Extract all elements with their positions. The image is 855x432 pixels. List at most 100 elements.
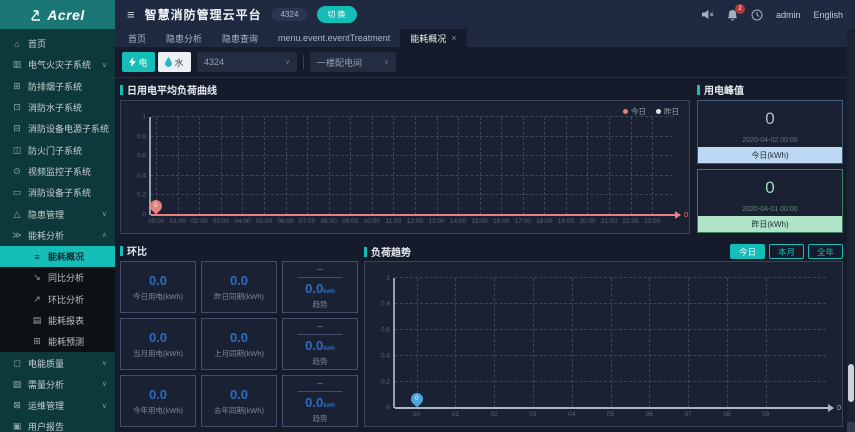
peak-title: 用电峰值 bbox=[697, 83, 843, 97]
project-badge: 4324 bbox=[271, 8, 308, 21]
clock-icon[interactable] bbox=[751, 9, 763, 21]
report-icon: ▤ bbox=[32, 315, 42, 325]
sidebar-item-video-monitor[interactable]: ⊙ 视频监控子系统 bbox=[0, 161, 115, 182]
load-trend-title: 负荷趋势 bbox=[364, 245, 411, 259]
plot-area: 0 0.2 0.4 0.6 0.8 1 00:00 01:00 02:00 03:00 04:00 0… bbox=[136, 113, 688, 226]
divider bbox=[298, 334, 342, 335]
switch-button[interactable]: 切换 bbox=[317, 6, 358, 23]
sidebar-subitem-energy-overview[interactable]: ≡ 能耗概况 bbox=[0, 245, 115, 268]
sidebar-item-smoke-exhaust[interactable]: ⊞ 防排烟子系统 bbox=[0, 76, 115, 97]
fire-door-icon: ◫ bbox=[12, 144, 22, 155]
peak-value-yesterday: 0 bbox=[765, 178, 775, 197]
legend-today[interactable]: 今日 bbox=[623, 106, 646, 117]
chevron-down-icon: ∨ bbox=[101, 61, 107, 69]
sidebar-item-fire-equipment-power[interactable]: ⊟ 消防设备电源子系统 bbox=[0, 118, 115, 139]
chevron-down-icon: ∨ bbox=[383, 59, 389, 66]
tab-hazard-query[interactable]: 隐患查询 bbox=[212, 29, 268, 47]
language-switch[interactable]: English bbox=[813, 10, 843, 20]
trend-today-button[interactable]: 今日 bbox=[729, 244, 765, 259]
legend-yesterday[interactable]: 昨日 bbox=[656, 106, 679, 117]
electric-toggle-button[interactable]: 电 bbox=[122, 52, 155, 72]
ring-card-today-usage: 0.0 今日用电(kWh) bbox=[120, 261, 196, 313]
divider bbox=[298, 277, 342, 278]
sidebar-subitem-mom-analysis[interactable]: ↗ 环比分析 bbox=[0, 289, 115, 310]
sidebar-subitem-yoy-analysis[interactable]: ↘ 同比分析 bbox=[0, 267, 115, 288]
legend-dot-today bbox=[623, 109, 628, 114]
equipment-power-icon: ⊟ bbox=[13, 123, 21, 134]
smoke-exhaust-icon: ⊞ bbox=[13, 80, 21, 91]
room-select[interactable]: 一楼配电间 ∨ bbox=[310, 52, 396, 72]
sidebar-item-user-report[interactable]: ▣ 用户报告 bbox=[0, 416, 115, 432]
tab-hazard-analysis[interactable]: 隐患分析 bbox=[156, 29, 212, 47]
chevron-down-icon: ∨ bbox=[284, 59, 290, 66]
sidebar-item-electrical-fire[interactable]: ▥ 电气火灾子系统 ∨ bbox=[0, 54, 115, 75]
header-right: 2 admin English bbox=[701, 3, 843, 21]
trend-down-icon: ↘ bbox=[33, 272, 41, 283]
warning-triangle-icon: △ bbox=[13, 208, 21, 219]
sidebar-item-home[interactable]: ⌂ 首页 bbox=[0, 33, 115, 54]
demand-analysis-icon: ▨ bbox=[12, 378, 22, 389]
scrollbar-thumb[interactable] bbox=[848, 364, 854, 402]
peak-label-today: 今日(kWh) bbox=[698, 147, 842, 163]
chart-legend: 今日 昨日 bbox=[623, 106, 679, 117]
scrollbar[interactable] bbox=[847, 29, 855, 432]
sidebar-subitem-energy-report[interactable]: ▤ 能耗报表 bbox=[0, 310, 115, 331]
close-icon[interactable]: × bbox=[451, 33, 456, 43]
trend-up-icon: ↗ bbox=[33, 293, 41, 304]
ring-card-year-usage: 0.0 今年用电(kWh) bbox=[120, 375, 196, 427]
filter-bar: 电 水 4324 ∨ 一楼配电间 ∨ bbox=[115, 47, 847, 78]
trend-year-button[interactable]: 全年 bbox=[807, 244, 843, 259]
list-icon: ≡ bbox=[34, 251, 40, 262]
bell-icon[interactable]: 2 bbox=[727, 3, 745, 21]
video-monitor-icon: ⊙ bbox=[13, 165, 21, 176]
ring-grid: 0.0 今日用电(kWh) 0.0 昨日同期(kWh) -- 0.0kwh 趋势 0.0… bbox=[120, 261, 358, 427]
brand-name: Acrel bbox=[47, 6, 85, 23]
top-header: Acrel ≡ 智慧消防管理云平台 4324 切换 2 admin Englis… bbox=[0, 0, 855, 29]
peak-card-today: 0 2020-04-02 00:00 今日(kWh) bbox=[697, 100, 843, 164]
chevron-up-icon: ∧ bbox=[101, 232, 107, 240]
peak-date-yesterday: 2020-04-01 00:00 bbox=[742, 206, 798, 213]
sidebar-item-fire-door[interactable]: ◫ 防火门子系统 bbox=[0, 139, 115, 160]
ring-card-day-trend: -- 0.0kwh 趋势 bbox=[282, 261, 358, 313]
page-body: 日用电平均负荷曲线 今日 昨日 0 0.2 0.4 0.6 0.8 1 00:00 01:00… bbox=[115, 78, 847, 432]
daily-load-chart: 今日 昨日 0 0.2 0.4 0.6 0.8 1 00:00 01:00 02:00 03:00… bbox=[120, 100, 690, 234]
sidebar-item-ops-management[interactable]: ⊠ 运维管理 ∨ bbox=[0, 395, 115, 416]
sidebar-item-power-quality[interactable]: ◻ 电能质量 ∨ bbox=[0, 352, 115, 373]
sidebar-item-energy-analysis[interactable]: ≫ 能耗分析 ∧ bbox=[0, 225, 115, 246]
tab-bar: 首页 隐患分析 隐患查询 menu.event.eventTreatment 能… bbox=[115, 29, 847, 47]
electrical-fire-icon: ▥ bbox=[12, 59, 22, 70]
header-main: ≡ 智慧消防管理云平台 4324 切换 2 admin English bbox=[115, 0, 855, 29]
tab-energy-overview[interactable]: 能耗概况 × bbox=[400, 29, 467, 47]
notification-badge: 2 bbox=[734, 3, 745, 14]
tab-home[interactable]: 首页 bbox=[118, 29, 156, 47]
ring-card-lastyear-usage: 0.0 去年同期(kWh) bbox=[201, 375, 277, 427]
water-drop-icon bbox=[165, 57, 173, 67]
divider bbox=[303, 55, 304, 69]
water-toggle-button[interactable]: 水 bbox=[158, 52, 191, 72]
sidebar: ⌂ 首页 ▥ 电气火灾子系统 ∨ ⊞ 防排烟子系统 ⊡ 消防水子系统 ⊟ 消防设备电源子系统… bbox=[0, 29, 115, 432]
data-marker-pin: 0 bbox=[408, 390, 426, 408]
username[interactable]: admin bbox=[776, 10, 801, 20]
sidebar-item-fire-equipment[interactable]: ▭ 消防设备子系统 bbox=[0, 182, 115, 203]
sidebar-item-fire-water[interactable]: ⊡ 消防水子系统 bbox=[0, 97, 115, 118]
ring-card-month-usage: 0.0 当月用电(kWh) bbox=[120, 318, 196, 370]
chevron-down-icon: ∨ bbox=[101, 381, 107, 389]
load-trend-chart: 0 0.2 0.4 0.6 0.8 1 00 01 02 03 04 05 06 07 08 09 0 0 bbox=[364, 261, 843, 427]
mute-icon[interactable] bbox=[701, 9, 714, 20]
brand-logo[interactable]: Acrel bbox=[0, 0, 115, 29]
tab-event-treatment[interactable]: menu.event.eventTreatment bbox=[268, 29, 400, 47]
fire-water-icon: ⊡ bbox=[13, 102, 21, 113]
device-select[interactable]: 4324 ∨ bbox=[197, 52, 297, 72]
sidebar-collapse-icon[interactable]: ≡ bbox=[127, 7, 135, 22]
sidebar-item-demand-analysis[interactable]: ▨ 需量分析 ∨ bbox=[0, 374, 115, 395]
sidebar-item-hazard-management[interactable]: △ 隐患管理 ∨ bbox=[0, 203, 115, 224]
data-marker-pin: 0 bbox=[147, 197, 165, 215]
sidebar-subitem-energy-forecast[interactable]: ⊞ 能耗预测 bbox=[0, 331, 115, 352]
acrel-logo-icon bbox=[31, 9, 41, 21]
forecast-icon: ⊞ bbox=[33, 336, 41, 347]
scrollbar-corner bbox=[847, 422, 855, 432]
shell: ⌂ 首页 ▥ 电气火灾子系统 ∨ ⊞ 防排烟子系统 ⊡ 消防水子系统 ⊟ 消防设备电源子系统… bbox=[0, 29, 855, 432]
legend-dot-yesterday bbox=[656, 109, 661, 114]
peak-value-today: 0 bbox=[765, 109, 775, 128]
trend-month-button[interactable]: 本月 bbox=[768, 244, 804, 259]
